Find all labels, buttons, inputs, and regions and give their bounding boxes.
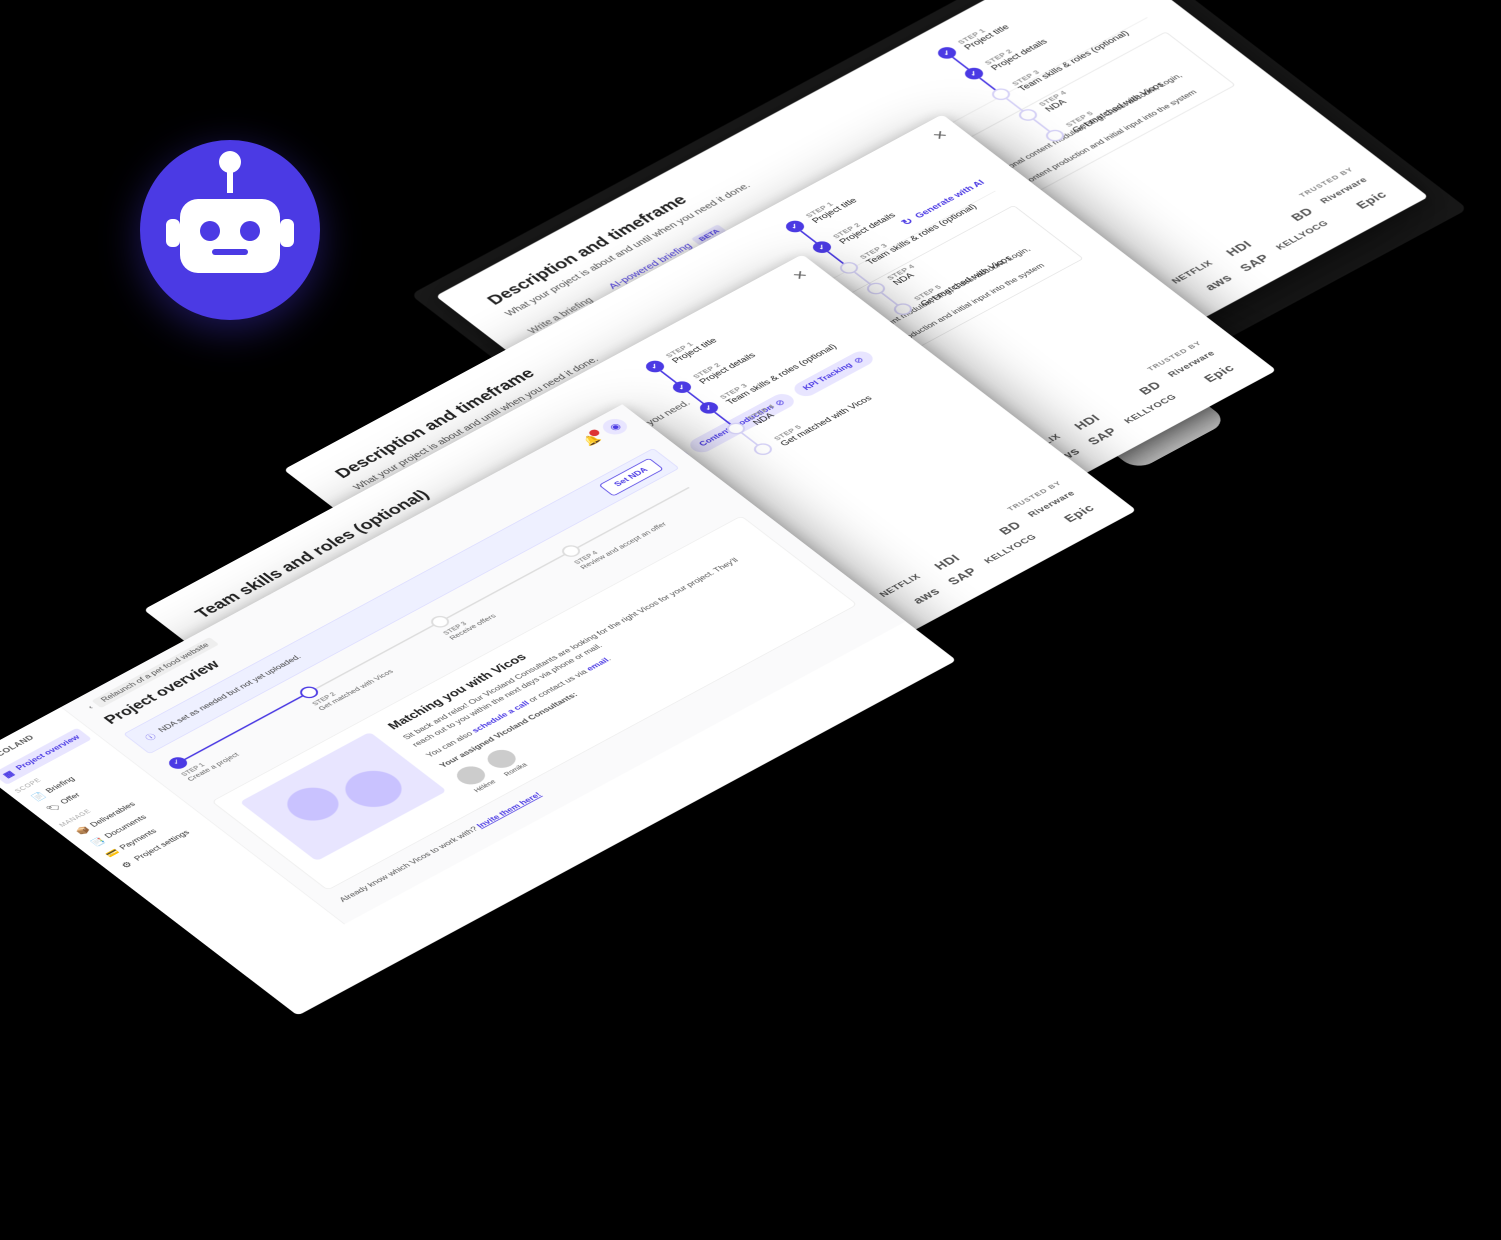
trusted-logo: KELLYOCG (1122, 393, 1182, 428)
trusted-logo: HDI (1072, 413, 1104, 433)
trusted-logo: aws (1202, 272, 1236, 293)
trusted-by-logos: TRUSTED BY NETFLIXHDIBDRiverwareawsSAPKE… (1157, 166, 1390, 301)
trusted-logo: KELLYOCG (1274, 219, 1334, 254)
trusted-logo: SAP (945, 566, 981, 588)
payments-icon: 💳 (103, 848, 121, 859)
matching-illustration (239, 732, 446, 861)
trusted-logo: BD (996, 519, 1024, 537)
consultant-avatar: Hélène (451, 763, 498, 794)
trusted-logo: Epic (1353, 189, 1390, 211)
trusted-logo: aws (910, 586, 944, 607)
trusted-logo: KELLYOCG (982, 533, 1042, 568)
back-icon[interactable]: ‹ (86, 704, 96, 711)
ai-robot-badge (140, 140, 320, 320)
trusted-logo: NETFLIX (878, 573, 927, 602)
trusted-logo: SAP (1237, 252, 1273, 274)
trusted-logo: BD (1288, 206, 1316, 224)
close-icon[interactable]: ✕ (929, 128, 952, 143)
trusted-logo: HDI (932, 553, 964, 573)
deliverables-icon: 📦 (74, 825, 92, 836)
settings-icon: ⚙ (118, 859, 136, 870)
sidebar: VICOLAND ▦Project overview SCOPE 📄Briefi… (0, 707, 345, 977)
trusted-logo: HDI (1224, 239, 1256, 259)
consultant-avatar: Romika (482, 746, 529, 777)
overview-icon: ▦ (0, 769, 17, 780)
trusted-logo: Epic (1201, 363, 1238, 385)
trusted-logo: Epic (1061, 503, 1098, 525)
documents-icon: 📑 (89, 837, 107, 848)
trusted-logo: SAP (1085, 426, 1121, 448)
trusted-logo: BD (1136, 379, 1164, 397)
close-icon[interactable]: ✕ (789, 268, 812, 283)
invite-link[interactable]: Invite them here! (475, 791, 543, 829)
set-nda-button[interactable]: Set NDA (598, 458, 663, 497)
offer-icon: 🏷 (44, 803, 62, 814)
briefing-icon: 📄 (29, 791, 47, 802)
